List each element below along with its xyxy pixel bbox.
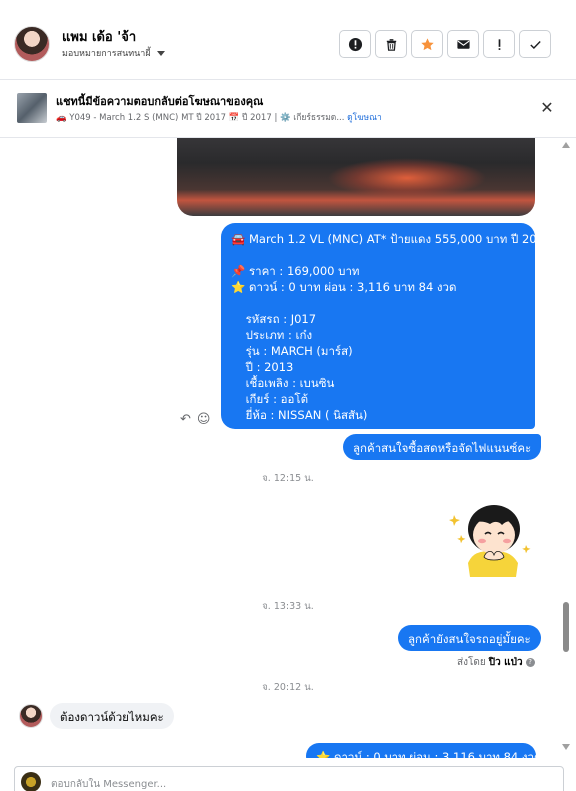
view-ad-link[interactable]: ดูโฆษณา — [347, 113, 382, 123]
page-avatar — [21, 772, 41, 791]
ad-banner-title: แชทนี้มีข้อความตอบกลับต่อโฆษณาของคุณ — [56, 95, 264, 108]
timestamp: จ. 20:12 น. — [262, 682, 314, 693]
star-icon — [420, 37, 434, 50]
outgoing-car-details-message[interactable]: 🚘 March 1.2 VL (MNC) AT* ป้ายแดง 555,000… — [221, 223, 552, 429]
girl-sticker[interactable] — [448, 495, 534, 579]
scroll-up-arrow-icon[interactable] — [562, 142, 570, 148]
incoming-message[interactable]: ต้องดาวน์ด้วยไหมคะ — [50, 703, 174, 729]
reply-composer[interactable]: ตอบกลับใน Messenger... — [14, 766, 564, 791]
envelope-icon — [456, 39, 470, 49]
sent-by-label: ส่งโดย ปิว แป่ว ? — [457, 655, 535, 670]
message-line: ประเภท : เก๋ง — [231, 328, 313, 342]
scroll-down-arrow-icon[interactable] — [562, 744, 570, 750]
close-icon[interactable]: ✕ — [537, 98, 557, 118]
assign-dropdown[interactable]: มอบหมายการสนทนาผี้ — [62, 46, 165, 60]
outgoing-message[interactable]: ลูกค้าสนใจซื้อสดหรือจัดไฟแนนซ์คะ — [343, 434, 542, 460]
mark-unread-button[interactable] — [447, 30, 479, 58]
message-line: เกียร์ : ออโต้ — [231, 392, 309, 406]
contact-avatar-small — [19, 704, 43, 728]
car-interior-photo[interactable] — [177, 138, 535, 216]
timestamp: จ. 12:15 น. — [262, 473, 314, 484]
delete-button[interactable] — [375, 30, 407, 58]
contact-name[interactable]: แพม เด้อ 'จ้า — [62, 26, 136, 47]
scrollbar-thumb[interactable] — [563, 602, 569, 652]
outgoing-message[interactable]: ลูกค้ายังสนใจรถอยู่มั้ยคะ — [398, 625, 541, 651]
message-line: ยี่ห้อ : NISSAN ( นิสสัน) — [231, 408, 368, 422]
info-icon[interactable]: ? — [525, 658, 535, 667]
message-line: รหัสรถ : J017 — [231, 312, 317, 326]
header-actions — [339, 30, 551, 58]
message-line: เชื้อเพลิง : เบนซิน — [231, 376, 335, 390]
outgoing-message[interactable]: ⭐ ดาวน์ : 0 บาท ผ่อน : 3,116 บาท 84 งวด — [306, 743, 536, 758]
ad-thumbnail — [17, 93, 47, 123]
sent-by-name: ปิว แป่ว — [488, 657, 523, 668]
done-button[interactable] — [519, 30, 551, 58]
message-line: ⭐ ดาวน์ : 0 บาท ผ่อน : 3,116 บาท 84 งวด — [231, 280, 457, 294]
star-button[interactable] — [411, 30, 443, 58]
chevron-down-icon — [156, 50, 165, 56]
ad-description: 🚗 Y049 - March 1.2 S (MNC) MT ปี 2017 📅 … — [56, 113, 345, 123]
reply-icon[interactable]: ↶ — [180, 412, 191, 427]
contact-avatar[interactable] — [14, 26, 50, 62]
message-line: รุ่น : MARCH (มาร์ส) — [231, 344, 353, 358]
report-icon — [348, 37, 362, 51]
spam-button[interactable] — [483, 30, 515, 58]
assign-label: มอบหมายการสนทนาผี้ — [62, 49, 151, 59]
ad-reply-banner: แชทนี้มีข้อความตอบกลับต่อโฆษณาของคุณ 🚗 Y… — [0, 80, 576, 138]
timestamp: จ. 13:33 น. — [262, 601, 314, 612]
message-thread[interactable]: 🚘 March 1.2 VL (MNC) AT* ป้ายแดง 555,000… — [0, 138, 576, 758]
messenger-inbox-window: แพม เด้อ 'จ้า มอบหมายการสนทนาผี้ แชทนี้ม… — [0, 0, 576, 791]
ad-banner-subtitle: 🚗 Y049 - March 1.2 S (MNC) MT ปี 2017 📅 … — [56, 110, 382, 124]
message-line: ปี : 2013 — [231, 360, 294, 374]
message-line: 🚘 March 1.2 VL (MNC) AT* ป้ายแดง 555,000… — [231, 232, 552, 246]
conversation-header: แพม เด้อ 'จ้า มอบหมายการสนทนาผี้ — [0, 0, 576, 80]
reply-input-placeholder[interactable]: ตอบกลับใน Messenger... — [51, 777, 166, 791]
sent-by-prefix: ส่งโดย — [457, 657, 486, 668]
check-icon — [529, 40, 541, 49]
thread-scrollbar[interactable] — [560, 138, 574, 758]
report-button[interactable] — [339, 30, 371, 58]
exclamation-icon — [498, 38, 500, 50]
emoji-react-icon[interactable]: ☺ — [197, 412, 211, 427]
message-line: 📌 ราคา : 169,000 บาท — [231, 264, 360, 278]
message-actions: ↶ ☺ — [180, 412, 210, 427]
trash-icon — [386, 38, 396, 51]
